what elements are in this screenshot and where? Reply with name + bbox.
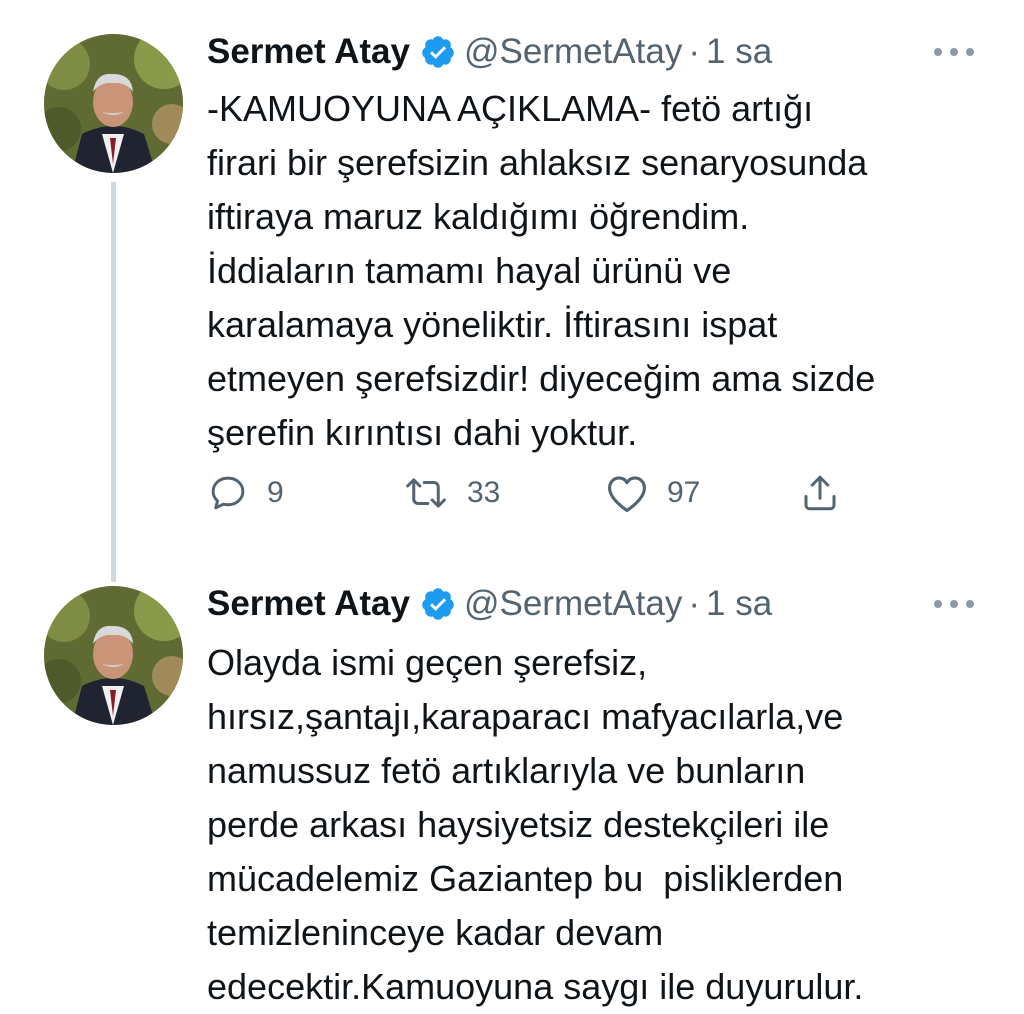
author-handle[interactable]: @SermetAtay: [464, 32, 682, 72]
tweet-text-line: hırsız,şantajı,karaparacı mafyacılarla,v…: [207, 696, 844, 737]
retweet-icon: [403, 472, 449, 514]
tweet-text-line: -KAMUOYUNA AÇIKLAMA- fetö artığı: [207, 88, 814, 129]
tweet-timestamp[interactable]: 1 sa: [706, 32, 772, 72]
tweet-text-line: firari bir şerefsizin ahlaksız senaryosu…: [207, 142, 868, 183]
author-name[interactable]: Sermet Atay: [207, 584, 410, 624]
retweet-count: 33: [467, 476, 501, 509]
author-handle[interactable]: @SermetAtay: [464, 584, 682, 624]
tweet-text-line: etmeyen şerefsizdir! diyeceğim ama sizde: [207, 358, 876, 399]
separator-dot: ·: [688, 584, 700, 623]
tweet-actions: 9 33 97: [207, 466, 867, 520]
tweet-text-line: şerefin kırıntısı dahi yoktur.: [207, 412, 638, 453]
retweet-button[interactable]: 33: [403, 466, 500, 520]
tweet-text: Olayda ismi geçen şerefsiz, hırsız,şanta…: [207, 636, 984, 1014]
reply-count: 9: [267, 476, 284, 509]
like-button[interactable]: 97: [605, 466, 700, 520]
tweet-header: Sermet Atay @SermetAtay · 1 sa: [207, 32, 974, 72]
reply-icon: [207, 472, 249, 514]
verified-badge-icon: [420, 34, 456, 70]
separator-dot: ·: [688, 32, 700, 71]
avatar[interactable]: [44, 34, 183, 173]
like-count: 97: [667, 476, 701, 509]
avatar[interactable]: [44, 586, 183, 725]
tweet-text-line: İddiaların tamamı hayal ürünü ve: [207, 250, 732, 291]
tweet-text-line: Olayda ismi geçen şerefsiz,: [207, 642, 648, 683]
tweet-text-line: edecektir.Kamuoyuna saygı ile duyurulur.: [207, 966, 864, 1007]
tweet-card[interactable]: Sermet Atay @SermetAtay · 1 sa -KAMUOYUN…: [0, 0, 1024, 582]
tweet-text-line: mücadelemiz Gaziantep bu pisliklerden: [207, 858, 844, 899]
tweet-timestamp[interactable]: 1 sa: [706, 584, 772, 624]
more-options-icon[interactable]: [934, 46, 974, 58]
tweet-text-line: perde arkası haysiyetsiz destekçileri il…: [207, 804, 830, 845]
share-button[interactable]: [799, 466, 841, 520]
like-icon: [605, 472, 649, 514]
tweet-text-line: iftiraya maruz kaldığımı öğrendim.: [207, 196, 750, 237]
tweet-header: Sermet Atay @SermetAtay · 1 sa: [207, 584, 974, 624]
thread-line: [111, 182, 116, 582]
reply-button[interactable]: 9: [207, 466, 284, 520]
more-options-icon[interactable]: [934, 598, 974, 610]
verified-badge-icon: [420, 586, 456, 622]
tweet-card[interactable]: Sermet Atay @SermetAtay · 1 sa Olayda is…: [0, 560, 1024, 1008]
tweet-text: -KAMUOYUNA AÇIKLAMA- fetö artığı firari …: [207, 82, 984, 460]
author-name[interactable]: Sermet Atay: [207, 32, 410, 72]
tweet-text-line: namussuz fetö artıklarıyla ve bunların: [207, 750, 806, 791]
tweet-text-line: karalamaya yöneliktir. İftirasını ispat: [207, 304, 778, 345]
share-icon: [799, 471, 841, 515]
tweet-text-line: temizleninceye kadar devam: [207, 912, 664, 953]
